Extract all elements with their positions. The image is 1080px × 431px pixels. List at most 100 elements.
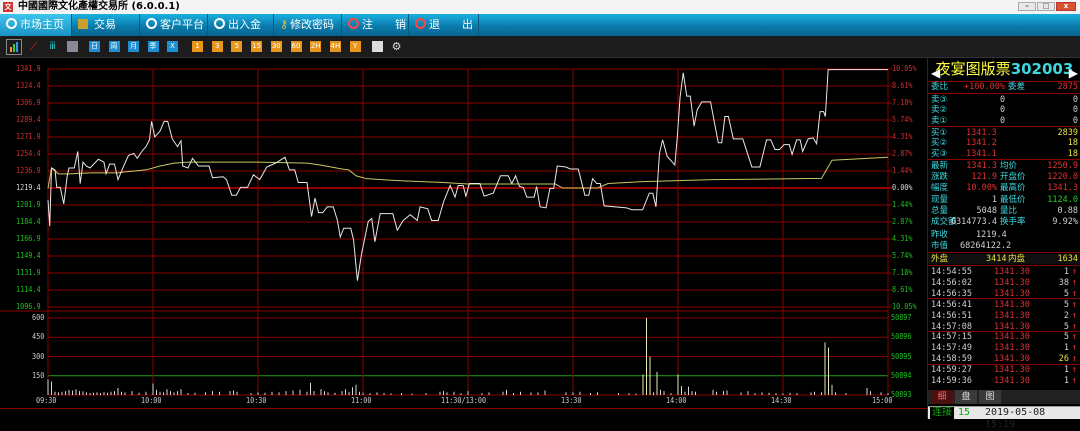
price-tick-label: 1306.9: [16, 98, 41, 107]
trade-time: 14:59:36: [931, 376, 972, 386]
trade-price: 1341.30: [994, 267, 1030, 277]
ask-row: 卖③ 0 0: [928, 95, 1080, 105]
bar-chart-icon[interactable]: [6, 39, 22, 55]
menu-label: 交易: [94, 18, 116, 31]
refresh-icon: [6, 18, 17, 29]
stock-name: 夜宴图版票: [935, 60, 1011, 78]
label: 委差: [1008, 82, 1026, 92]
menu-market-home[interactable]: 市场主页: [0, 14, 72, 36]
quote-panel: ◀ 夜宴图版票302003 ▶ 委比 +100.00% 委差 2875 卖③ 0 0…: [927, 58, 1080, 430]
trade-row: 14:59:27 1341.30 1: [928, 365, 1080, 375]
price-tick-label: 1271.9: [16, 132, 41, 141]
trade-price: 1341.30: [994, 321, 1030, 332]
trade-time: 14:56:51: [931, 310, 972, 321]
weibi-value: +100.00%: [964, 82, 1005, 92]
trade-price: 1341.30: [994, 365, 1030, 376]
stat-value: 10.00%: [966, 183, 997, 194]
label: 内盘: [1008, 254, 1026, 264]
trade-price: 1341.30: [994, 354, 1030, 365]
period-button[interactable]: X: [167, 41, 178, 52]
volume-tick-label: 600: [32, 313, 45, 322]
menu-exit[interactable]: 退 出: [409, 14, 479, 36]
interval-button[interactable]: 4H: [329, 41, 341, 52]
stock-header: ◀ 夜宴图版票302003 ▶: [928, 58, 1080, 80]
price-tick-label: 1341.9: [16, 64, 41, 73]
trade-row: 14:56:51 1341.30 2: [928, 311, 1080, 321]
period-button[interactable]: 季: [147, 41, 159, 52]
tab-chart[interactable]: 图: [979, 390, 1001, 404]
tab-detail[interactable]: 细: [931, 390, 953, 404]
line-chart-icon[interactable]: ⟋: [28, 41, 39, 52]
ask-volume: 0: [1072, 105, 1078, 116]
pct-tick-label: 8.61%: [892, 81, 913, 90]
pct-tick-label: 8.61%: [892, 285, 913, 294]
stat-value: 1341.3: [1047, 183, 1078, 194]
stat-value: 6314773.4: [950, 217, 997, 227]
time-tick-label: 11:30/13:00: [440, 396, 486, 405]
candlestick-icon[interactable]: ⅲ: [47, 41, 58, 52]
ask-price: 0: [1000, 95, 1006, 105]
menu-trade[interactable]: 交易: [72, 14, 140, 36]
period-button[interactable]: 月: [128, 41, 139, 52]
trade-time: 14:54:55: [931, 267, 972, 277]
up-arrow-icon: ↑: [1071, 267, 1077, 277]
intraday-chart[interactable]: 1341.9 10.05% 1324.4 8.61% 1306.9 7.18% 1289.4…: [0, 58, 926, 408]
market-cap-value: 68264122.2: [960, 241, 1012, 251]
price-tick-label: 1324.4: [16, 81, 41, 90]
close-button[interactable]: x: [1056, 2, 1076, 11]
menu-client-platform[interactable]: 客户平台: [140, 14, 208, 36]
gear-icon[interactable]: ⚙: [391, 41, 402, 52]
bid-row: 买① 1341.3 2839: [928, 128, 1080, 138]
interval-button[interactable]: 15: [251, 41, 263, 52]
window-icon[interactable]: [67, 41, 78, 52]
label: 涨跌: [931, 172, 949, 183]
trade-volume: 1: [1063, 343, 1069, 354]
pct-tick-label: 5.74%: [892, 115, 913, 124]
market-cap-row: 市值 68264122.2: [928, 241, 1080, 251]
up-arrow-icon: ↑: [1071, 299, 1077, 310]
pct-tick-label: 5.74%: [892, 251, 913, 260]
title-bar: 文 中國國際文化產權交易所 (6.0.0.1) – □ x: [0, 0, 1080, 14]
stat-value: 1124.0: [1047, 194, 1078, 205]
volume-tick-label: 150: [32, 370, 45, 380]
power-icon: [348, 18, 359, 29]
trade-row: 14:54:55 1341.30 1: [928, 267, 1080, 277]
interval-button[interactable]: 3: [211, 41, 223, 52]
label: 卖③: [931, 95, 948, 105]
trade-time: 14:57:08: [931, 321, 972, 332]
time-tick-label: 11:00: [350, 396, 371, 405]
panel-tabs: 细 盘 图: [928, 390, 1080, 404]
period-button[interactable]: 日: [89, 41, 100, 52]
interval-button[interactable]: 30: [270, 41, 282, 52]
label: 总量: [931, 205, 949, 216]
menu-change-password[interactable]: ⚷ 修改密码: [274, 14, 342, 36]
label: 卖①: [931, 115, 948, 126]
draw-pencil-icon[interactable]: [372, 41, 383, 52]
trade-volume: 5: [1063, 299, 1069, 310]
refresh-icon: [214, 18, 225, 29]
ask-row: 卖① 0 0: [928, 116, 1080, 126]
prev-close-row: 昨收 1219.4: [928, 230, 1080, 240]
bid-price: 1341.2: [966, 138, 997, 149]
status-bar: 连接 15 2019-05-08 15:19: [928, 406, 1080, 430]
interval-button[interactable]: 1: [192, 41, 203, 52]
connection-count: 15: [958, 407, 971, 418]
volume-tick-label: 450: [32, 332, 45, 342]
status-datetime: 2019-05-08 15:19: [985, 407, 1046, 430]
stat-value: 5048: [976, 205, 997, 216]
trade-row: 14:56:41 1341.30 5: [928, 300, 1080, 310]
trade-volume: 5: [1063, 321, 1069, 332]
label: 幅度: [931, 183, 949, 194]
volume-right-tick-label: 50893: [891, 390, 912, 399]
interval-button[interactable]: 5: [231, 41, 243, 52]
minimize-button[interactable]: –: [1018, 2, 1036, 11]
menu-deposit-withdraw[interactable]: 出入金: [208, 14, 274, 36]
menu-logout[interactable]: 注 销: [342, 14, 409, 36]
app-logo: 文: [3, 2, 13, 12]
period-button[interactable]: 周: [108, 41, 120, 52]
interval-button[interactable]: 60: [290, 41, 302, 52]
interval-button[interactable]: Y: [349, 41, 361, 52]
interval-button[interactable]: 2H: [310, 41, 322, 52]
tab-book[interactable]: 盘: [955, 390, 977, 404]
maximize-button[interactable]: □: [1037, 2, 1055, 11]
